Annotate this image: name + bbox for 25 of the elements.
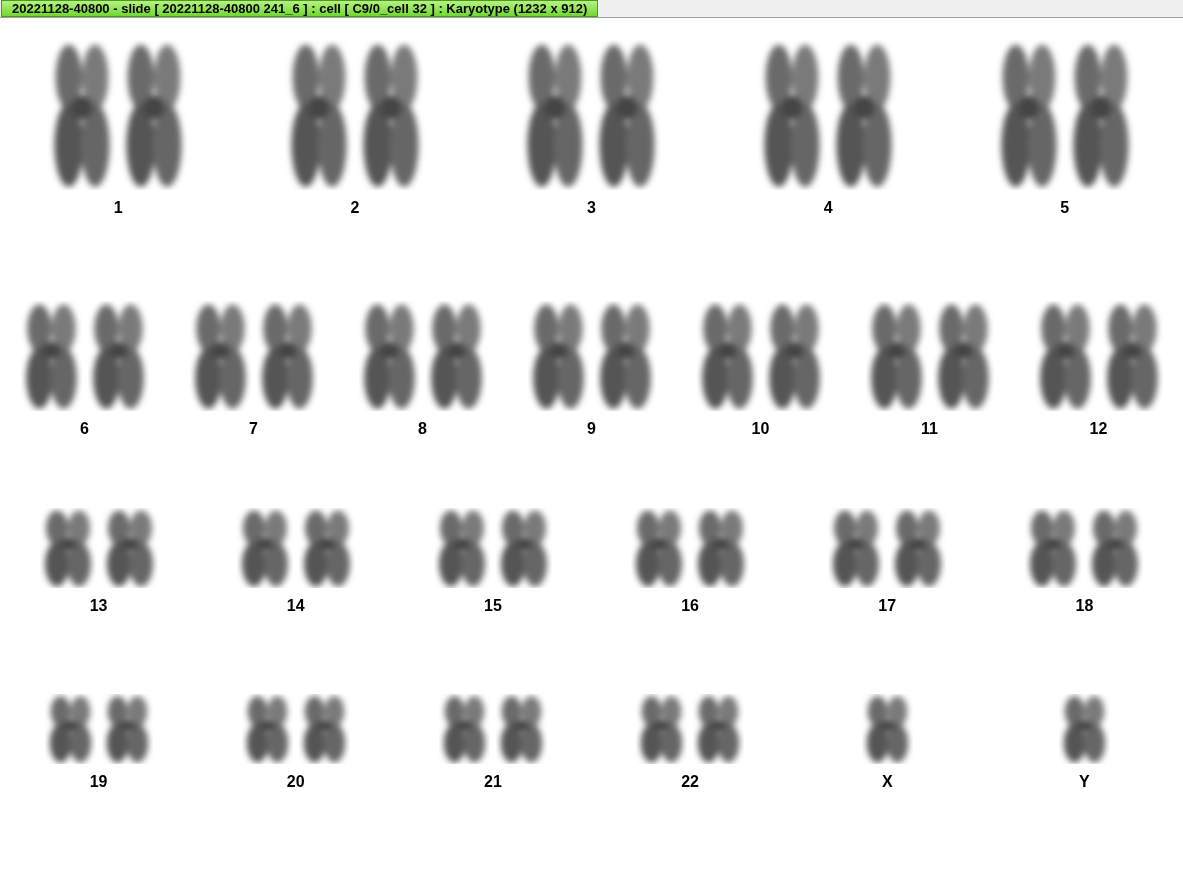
chromosome-label: 20 bbox=[286, 774, 305, 790]
chromosome-label: 22 bbox=[681, 774, 699, 790]
chromosome-label: 3 bbox=[587, 200, 596, 216]
chromosome-label: 1 bbox=[113, 200, 123, 216]
chromosome-label: 16 bbox=[681, 598, 699, 614]
chromosome-label: 9 bbox=[587, 421, 596, 437]
chromosome-label: 4 bbox=[823, 200, 833, 216]
chromosome-label: Y bbox=[1079, 774, 1090, 790]
chromosome-label: 15 bbox=[484, 598, 502, 614]
chromosome-label: 10 bbox=[751, 421, 770, 437]
chromosome-label: 11 bbox=[921, 421, 938, 437]
chromosome-label: 17 bbox=[878, 598, 897, 614]
chromosome-label: 21 bbox=[484, 774, 502, 790]
chromosome-label: 8 bbox=[418, 421, 427, 437]
chromosome-label: X bbox=[881, 774, 893, 790]
chromosome-label: 2 bbox=[350, 200, 360, 216]
chromosome-label: 19 bbox=[89, 774, 108, 790]
chromosome-label: 14 bbox=[286, 598, 305, 614]
window-title: 20221128-40800 - slide [ 20221128-40800 241_6 ] : cell [ C9/0_cell 32 ] : Karyotype (1232 x 912) bbox=[1, 0, 599, 17]
chromosome-label: 12 bbox=[1089, 421, 1108, 437]
chromosome-label: 5 bbox=[1060, 200, 1070, 216]
chromosome-label: 6 bbox=[80, 421, 89, 437]
chromosome-label: 7 bbox=[249, 421, 258, 437]
chromosome-label: 13 bbox=[89, 598, 108, 614]
chromosome-label: 18 bbox=[1075, 598, 1094, 614]
